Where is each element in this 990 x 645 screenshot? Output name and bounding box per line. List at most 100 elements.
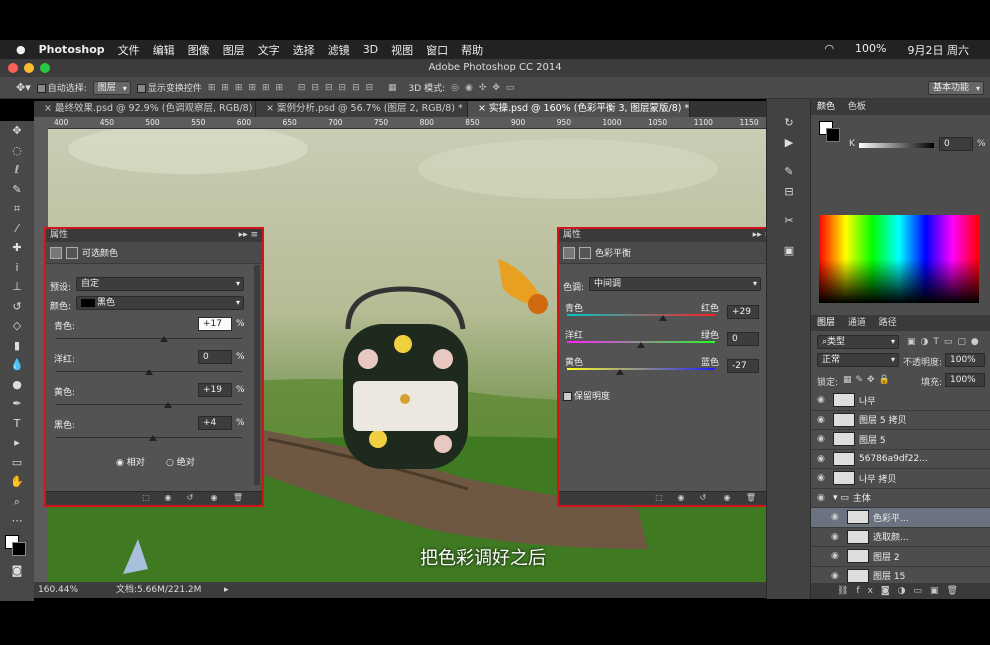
- selective-row-knob[interactable]: [159, 336, 168, 342]
- selective-row-knob[interactable]: [145, 369, 153, 375]
- layer-visibility-eye-icon[interactable]: ◉: [817, 493, 829, 503]
- color-dropdown[interactable]: 黑色: [76, 296, 244, 310]
- tab-swatches[interactable]: 色板: [848, 102, 866, 112]
- lock-icons[interactable]: ▦✎✥🔒: [843, 375, 894, 385]
- dodge-tool-icon[interactable]: ●: [0, 375, 34, 395]
- history-panel-icon[interactable]: ↻: [767, 113, 811, 133]
- zoom-level[interactable]: 160.44%: [38, 582, 78, 598]
- tab-analysis[interactable]: × 案例分析.psd @ 56.7% (图层 2, RGB/8) *: [256, 101, 468, 117]
- eyedropper-tool-icon[interactable]: ⁄: [0, 219, 34, 239]
- tool-presets-icon[interactable]: ✂: [767, 211, 811, 231]
- reset-icon[interactable]: ↺: [697, 493, 709, 504]
- quick-select-tool-icon[interactable]: ✎: [0, 180, 34, 200]
- clip-to-layer-icon[interactable]: ⬚: [140, 493, 152, 504]
- layer-row[interactable]: ◉ 选取颜...: [811, 528, 990, 547]
- path-select-tool-icon[interactable]: ▸: [0, 433, 34, 453]
- 3d-panel-icon[interactable]: ▣: [767, 241, 811, 261]
- layers-footer-icons[interactable]: ⛓fx◙◑▭▣🗑: [811, 583, 990, 599]
- adjustments-panel-icon[interactable]: ⊟: [767, 182, 811, 202]
- menu-help[interactable]: 帮助: [461, 42, 483, 58]
- actions-panel-icon[interactable]: ▶: [767, 133, 811, 153]
- menu-image[interactable]: 图像: [188, 42, 210, 58]
- color-swatches[interactable]: [0, 531, 34, 561]
- absolute-radio[interactable]: ○ 绝对: [166, 455, 195, 468]
- stamp-tool-icon[interactable]: ⊥: [0, 277, 34, 297]
- layer-visibility-eye-icon[interactable]: ◉: [831, 551, 843, 561]
- tab-practice[interactable]: × 实操.psd @ 160% (色彩平衡 3, 图层蒙版/8) *: [468, 101, 690, 117]
- clock[interactable]: 9月2日 周六: [908, 42, 970, 58]
- preserve-luminosity-checkbox[interactable]: 保留明度: [563, 389, 610, 402]
- layer-visibility-eye-icon[interactable]: ◉: [817, 415, 829, 425]
- hand-tool-icon[interactable]: ✋: [0, 472, 34, 492]
- zoom-tool-icon[interactable]: ⌕: [0, 492, 34, 512]
- auto-select-checkbox[interactable]: 自动选择:: [36, 81, 87, 94]
- selective-row-knob[interactable]: [163, 402, 172, 408]
- layer-visibility-eye-icon[interactable]: ◉: [817, 434, 829, 444]
- layer-row[interactable]: ◉ 图层 5 拷贝: [811, 411, 990, 430]
- layer-visibility-eye-icon[interactable]: ◉: [817, 395, 829, 405]
- clip-to-layer-icon[interactable]: ⬚: [653, 493, 665, 504]
- background-color[interactable]: [12, 541, 26, 556]
- balance-row-track[interactable]: [567, 368, 715, 370]
- lasso-tool-icon[interactable]: ℓ: [0, 160, 34, 180]
- tab-channels[interactable]: 通道: [848, 318, 866, 328]
- preset-dropdown[interactable]: 自定: [76, 277, 244, 291]
- selective-row-knob[interactable]: [148, 435, 157, 441]
- selective-row-value[interactable]: +17: [198, 317, 232, 331]
- menu-filter[interactable]: 滤镜: [328, 42, 350, 58]
- color-spectrum[interactable]: [819, 215, 979, 303]
- menu-view[interactable]: 视图: [391, 42, 413, 58]
- menu-type[interactable]: 文字: [258, 42, 280, 58]
- view-previous-icon[interactable]: ◉: [675, 493, 687, 504]
- layer-filter-dropdown[interactable]: ⌕类型: [817, 335, 899, 349]
- align-icons[interactable]: ⊞⊞⊞⊞⊞⊞ ⊟⊟⊟⊟⊟⊟ ▦: [208, 83, 403, 93]
- eraser-tool-icon[interactable]: ◇: [0, 316, 34, 336]
- k-slider[interactable]: [859, 143, 934, 148]
- status-menu-icon[interactable]: ▸: [224, 582, 229, 598]
- layer-row[interactable]: ◉ 图层 2: [811, 547, 990, 567]
- layer-visibility-eye-icon[interactable]: ◉: [817, 473, 829, 483]
- selective-row-track[interactable]: [56, 404, 242, 405]
- layer-row[interactable]: ◉ 色彩平...: [811, 508, 990, 528]
- background-color-swatch[interactable]: [826, 128, 840, 142]
- menu-layer[interactable]: 图层: [223, 42, 245, 58]
- layer-row[interactable]: ◉ 나무: [811, 391, 990, 411]
- move-tool-icon[interactable]: ✥: [0, 121, 34, 141]
- quick-mask-icon[interactable]: ◙: [0, 561, 34, 581]
- selective-row-value[interactable]: 0: [198, 350, 232, 364]
- gradient-tool-icon[interactable]: ▮: [0, 336, 34, 356]
- healing-tool-icon[interactable]: ✚: [0, 238, 34, 258]
- layer-visibility-eye-icon[interactable]: ◉: [817, 454, 829, 464]
- layer-visibility-eye-icon[interactable]: ◉: [831, 571, 843, 581]
- menu-app[interactable]: Photoshop: [39, 43, 105, 56]
- layer-row[interactable]: ◉ 56786a9df22...: [811, 450, 990, 469]
- minimize-window-button[interactable]: [24, 63, 34, 73]
- mode-3d-icons[interactable]: ◎◉✣✥▭: [451, 83, 520, 93]
- balance-row-track[interactable]: [567, 314, 715, 316]
- balance-row-knob[interactable]: [637, 342, 645, 348]
- balance-row-knob[interactable]: [616, 369, 625, 375]
- battery-status[interactable]: 100%: [855, 42, 886, 58]
- close-window-button[interactable]: [8, 63, 18, 73]
- menu-select[interactable]: 选择: [293, 42, 315, 58]
- reset-icon[interactable]: ↺: [184, 493, 196, 504]
- tab-final[interactable]: × 最终效果.psd @ 92.9% (色调观察层, RGB/8) *: [34, 101, 256, 117]
- k-value-field[interactable]: 0: [939, 137, 973, 151]
- marquee-tool-icon[interactable]: ◌: [0, 141, 34, 161]
- layer-row[interactable]: ◉ ▾ ▭ 主体: [811, 489, 990, 508]
- menu-window[interactable]: 窗口: [426, 42, 448, 58]
- tab-layers[interactable]: 图层: [817, 318, 835, 328]
- filter-icons[interactable]: ▣◑T▭▢●: [907, 337, 984, 347]
- zoom-window-button[interactable]: [40, 63, 50, 73]
- selective-row-track[interactable]: [56, 338, 242, 339]
- mask-icon[interactable]: [579, 246, 591, 259]
- apple-icon[interactable]: ●: [16, 43, 26, 56]
- panel-scrollbar[interactable]: [254, 265, 260, 485]
- visibility-eye-icon[interactable]: ◉: [208, 493, 220, 504]
- workspace-dropdown[interactable]: 基本功能: [927, 81, 984, 95]
- layer-row[interactable]: ◉ 나무 拷贝: [811, 469, 990, 489]
- menu-file[interactable]: 文件: [118, 42, 140, 58]
- move-tool-icon[interactable]: ✥▾: [16, 81, 31, 94]
- auto-select-dropdown[interactable]: 图层: [92, 80, 131, 95]
- blur-tool-icon[interactable]: 💧: [0, 355, 34, 375]
